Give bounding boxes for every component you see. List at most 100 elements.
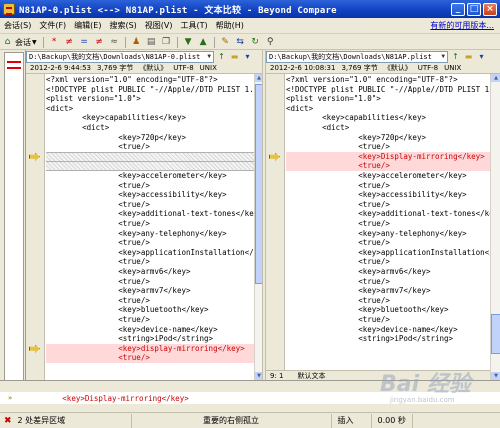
show-all-icon[interactable]: * xyxy=(48,36,61,49)
code-line[interactable]: <dict> xyxy=(46,104,73,114)
code-line[interactable]: <true/> xyxy=(286,161,390,171)
beyond-compare-app-icon[interactable] xyxy=(3,3,15,15)
difference-map[interactable] xyxy=(4,52,24,390)
code-line[interactable]: <true/> xyxy=(286,200,390,210)
right-lineend[interactable]: UNIX xyxy=(444,63,461,73)
code-line[interactable]: <true/> xyxy=(46,238,150,248)
refresh-icon[interactable]: ↻ xyxy=(249,36,262,49)
code-line[interactable]: <true/> xyxy=(46,353,150,363)
code-line[interactable]: <key>armv7</key> xyxy=(46,286,190,296)
swap-icon[interactable]: ⇆ xyxy=(234,36,247,49)
code-line[interactable]: <?xml version="1.0" encoding="UTF-8"?> xyxy=(46,75,218,85)
next-diff-icon[interactable]: ▼ xyxy=(182,36,195,49)
show-diff-icon[interactable]: ≠ xyxy=(63,36,76,49)
code-line[interactable]: <key>additional-text-tones</key> xyxy=(46,209,254,219)
menu-help[interactable]: 帮助(H) xyxy=(212,20,248,31)
code-line[interactable]: <key>accessibility</key> xyxy=(46,190,226,200)
code-line[interactable]: <?xml version="1.0" encoding="UTF-8"?> xyxy=(286,75,458,85)
code-line[interactable]: <key>display-mirroring</key> xyxy=(46,344,244,354)
code-line[interactable]: <true/> xyxy=(286,142,390,152)
minimize-button[interactable]: _ xyxy=(451,2,465,16)
code-line[interactable]: <true/> xyxy=(46,315,150,325)
code-line[interactable]: <!DOCTYPE plist PUBLIC "-//Apple//DTD PL… xyxy=(46,85,254,95)
menu-view[interactable]: 视图(V) xyxy=(141,20,177,31)
chevron-down-icon[interactable]: ▼ xyxy=(32,39,37,46)
save-icon[interactable]: ▾ xyxy=(476,51,487,62)
new-version-link[interactable]: 有新的可用版本... xyxy=(430,20,494,31)
right-scroll-thumb[interactable] xyxy=(491,314,500,354)
home-icon[interactable]: ⌂ xyxy=(1,36,14,49)
folder-up-icon[interactable]: ↑ xyxy=(450,51,461,62)
right-format[interactable]: 《默认》 xyxy=(384,63,412,73)
prev-diff-icon[interactable]: ▲ xyxy=(197,36,210,49)
menu-tools[interactable]: 工具(T) xyxy=(177,20,212,31)
right-path-field[interactable]: D:\Backup\我的文档\Downloads\N81AP.plist ▼ xyxy=(266,50,448,63)
code-line[interactable]: <key>Display-mirroring</key> xyxy=(286,152,484,162)
code-line[interactable]: <plist version="1.0"> xyxy=(46,94,141,104)
chevron-down-icon[interactable]: ▼ xyxy=(207,52,211,62)
format-icon[interactable]: ▤ xyxy=(145,36,158,49)
code-line[interactable]: <key>applicationInstallation</key xyxy=(286,248,490,258)
code-line[interactable]: <true/> xyxy=(46,277,150,287)
right-text-area[interactable]: <?xml version="1.0" encoding="UTF-8"?> <!… xyxy=(266,74,490,370)
code-line[interactable]: <true/> xyxy=(286,238,390,248)
copy-icon[interactable]: ❐ xyxy=(160,36,173,49)
menu-session[interactable]: 会话(S) xyxy=(0,20,35,31)
code-line[interactable]: <true/> xyxy=(46,296,150,306)
code-line[interactable]: <true/> xyxy=(46,257,150,267)
code-line[interactable]: <key>accelerometer</key> xyxy=(286,171,466,181)
code-line[interactable]: <string>iPod</string> xyxy=(46,334,213,344)
right-vertical-scrollbar[interactable]: ▲ ▼ xyxy=(490,74,500,380)
scroll-up-icon[interactable]: ▲ xyxy=(491,74,500,82)
chevron-down-icon[interactable]: ▼ xyxy=(441,52,445,62)
show-same-icon[interactable]: = xyxy=(78,36,91,49)
left-path-field[interactable]: D:\Backup\我的文档\Downloads\N81AP-0.plist ▼ xyxy=(26,50,214,63)
save-icon[interactable]: ▾ xyxy=(242,51,253,62)
code-line[interactable]: <key>armv6</key> xyxy=(286,267,430,277)
code-line[interactable]: <true/> xyxy=(286,219,390,229)
code-line[interactable]: <dict> xyxy=(286,123,349,133)
left-lineend[interactable]: UNIX xyxy=(200,63,217,73)
code-line[interactable]: <key>device-name</key> xyxy=(46,325,217,335)
code-line[interactable]: <key>additional-text-tones</key> xyxy=(286,209,490,219)
open-folder-icon[interactable]: ▬ xyxy=(229,51,240,62)
right-encoding[interactable]: UTF-8 xyxy=(418,63,438,73)
code-line[interactable]: <!DOCTYPE plist PUBLIC "-//Apple//DTD PL… xyxy=(286,85,490,95)
code-line[interactable]: <true/> xyxy=(286,181,390,191)
find-icon[interactable]: ⚲ xyxy=(264,36,277,49)
code-line[interactable]: <true/> xyxy=(286,315,390,325)
close-button[interactable]: × xyxy=(483,2,497,16)
code-line[interactable]: <dict> xyxy=(286,104,313,114)
code-line[interactable]: <key>bluetooth</key> xyxy=(286,305,448,315)
maximize-button[interactable]: □ xyxy=(467,2,481,16)
menu-search[interactable]: 搜索(S) xyxy=(105,20,140,31)
code-line[interactable]: <plist version="1.0"> xyxy=(286,94,381,104)
code-line[interactable]: <true/> xyxy=(46,200,150,210)
left-text-area[interactable]: <?xml version="1.0" encoding="UTF-8"?> <!… xyxy=(26,74,254,380)
code-line[interactable]: <true/> xyxy=(286,257,390,267)
code-line[interactable]: <key>capabilities</key> xyxy=(46,113,186,123)
left-vertical-scrollbar[interactable]: ▲ ▼ xyxy=(254,74,263,380)
code-line[interactable]: <key>capabilities</key> xyxy=(286,113,426,123)
code-line[interactable]: <true/> xyxy=(46,142,150,152)
code-line[interactable]: <key>any-telephony</key> xyxy=(286,229,466,239)
code-line[interactable]: <key>applicationInstallation</key xyxy=(46,248,254,258)
code-line[interactable]: <key>bluetooth</key> xyxy=(46,305,208,315)
edit-pencil-icon[interactable]: ✎ xyxy=(219,36,232,49)
minor-icon[interactable]: ≈ xyxy=(108,36,121,49)
code-line[interactable]: <key>device-name</key> xyxy=(286,325,457,335)
code-line[interactable]: <key>armv6</key> xyxy=(46,267,190,277)
code-line[interactable]: <key>accessibility</key> xyxy=(286,190,466,200)
scroll-down-icon[interactable]: ▼ xyxy=(491,372,500,380)
left-format[interactable]: 《默认》 xyxy=(139,63,167,73)
code-line[interactable]: <key>720p</key> xyxy=(46,133,186,143)
menu-file[interactable]: 文件(F) xyxy=(35,20,70,31)
rules-icon[interactable]: ♟ xyxy=(130,36,143,49)
code-line[interactable]: <dict> xyxy=(46,123,109,133)
code-line[interactable]: <key>720p</key> xyxy=(286,133,426,143)
code-line[interactable]: <key>any-telephony</key> xyxy=(46,229,226,239)
menu-edit[interactable]: 编辑(E) xyxy=(70,20,105,31)
context-icon[interactable]: ≠ xyxy=(93,36,106,49)
code-line[interactable]: <key>accelerometer</key> xyxy=(46,171,226,181)
code-line[interactable]: <key>armv7</key> xyxy=(286,286,430,296)
